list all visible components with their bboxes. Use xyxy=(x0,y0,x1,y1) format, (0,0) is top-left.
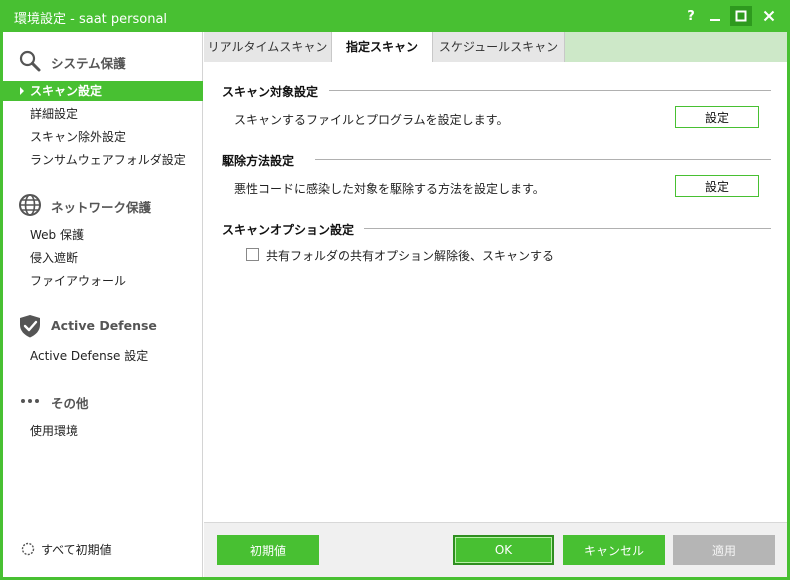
section-label: ネットワーク保護 xyxy=(51,200,152,215)
close-button[interactable] xyxy=(758,6,780,26)
shared-folder-checkbox-label: 共有フォルダの共有オプション解除後、スキャンする xyxy=(266,249,555,263)
sidebar-item-label: 詳細設定 xyxy=(30,107,79,121)
cancel-button[interactable]: キャンセル xyxy=(563,535,665,565)
minimize-button[interactable] xyxy=(704,6,726,26)
sidebar-item-label: スキャン設定 xyxy=(30,84,103,98)
sidebar-item-scan-settings[interactable]: スキャン設定 xyxy=(3,81,203,101)
main-panel: リアルタイムスキャン 指定スキャン スケジュールスキャン スキャン対象設定 スキ… xyxy=(204,32,787,577)
sidebar-item-web-protection[interactable]: Web 保護 xyxy=(3,225,203,245)
window-title: 環境設定 - saat personal xyxy=(14,12,168,27)
selected-arrow-icon xyxy=(20,87,24,95)
footer-bar: 初期値 OK キャンセル 適用 xyxy=(204,522,787,577)
defaults-button[interactable]: 初期値 xyxy=(217,535,319,565)
sidebar-item-label: ファイアウォール xyxy=(30,274,127,288)
tab-label: 指定スキャン xyxy=(345,40,418,54)
removal-method-settings-button[interactable]: 設定 xyxy=(675,175,759,197)
tab-strip: リアルタイムスキャン 指定スキャン スケジュールスキャン xyxy=(204,32,787,62)
removal-method-title: 駆除方法設定 xyxy=(222,154,295,168)
maximize-icon xyxy=(735,10,747,22)
maximize-button[interactable] xyxy=(730,6,752,26)
tab-scheduled-scan[interactable]: スケジュールスキャン xyxy=(433,32,565,62)
section-label: Active Defense xyxy=(51,318,157,333)
close-icon xyxy=(763,10,775,22)
sidebar-item-label: スキャン除外設定 xyxy=(30,130,127,144)
sidebar-item-ransomware-folders[interactable]: ランサムウェアフォルダ設定 xyxy=(3,150,203,170)
tab-realtime-scan[interactable]: リアルタイムスキャン xyxy=(204,32,332,62)
settings-window: 環境設定 - saat personal ? システム保護 スキャン設定 詳細設… xyxy=(0,0,790,580)
section-label: その他 xyxy=(51,396,89,411)
scan-target-settings-button[interactable]: 設定 xyxy=(675,106,759,128)
sidebar-item-intrusion-block[interactable]: 侵入遮断 xyxy=(3,248,203,268)
section-other: その他 xyxy=(3,386,203,414)
scan-target-title: スキャン対象設定 xyxy=(222,85,319,99)
shield-check-icon xyxy=(20,315,40,338)
scan-options-title: スキャンオプション設定 xyxy=(222,223,355,237)
sidebar-item-usage-environment[interactable]: 使用環境 xyxy=(3,421,203,441)
sidebar-item-scan-exclusions[interactable]: スキャン除外設定 xyxy=(3,127,203,147)
help-icon: ? xyxy=(687,8,695,24)
shared-folder-checkbox[interactable] xyxy=(246,248,259,261)
refresh-icon xyxy=(21,542,35,556)
tab-custom-scan[interactable]: 指定スキャン xyxy=(332,32,433,62)
minimize-icon xyxy=(710,19,720,21)
sidebar-item-advanced-settings[interactable]: 詳細設定 xyxy=(3,104,203,124)
section-network-protection: ネットワーク保護 xyxy=(3,190,203,218)
scan-target-description: スキャンするファイルとプログラムを設定します。 xyxy=(234,113,509,127)
title-bar[interactable]: 環境設定 - saat personal ? xyxy=(0,0,790,32)
tab-label: リアルタイムスキャン xyxy=(207,40,328,54)
apply-button[interactable]: 適用 xyxy=(673,535,775,565)
section-label: システム保護 xyxy=(51,56,126,71)
sidebar-item-active-defense-settings[interactable]: Active Defense 設定 xyxy=(3,346,203,366)
reset-all-label: すべて初期値 xyxy=(41,543,112,557)
removal-method-description: 悪性コードに感染した対象を駆除する方法を設定します。 xyxy=(234,182,545,196)
search-icon xyxy=(19,50,41,72)
help-button[interactable]: ? xyxy=(680,6,702,26)
group-divider xyxy=(329,90,771,91)
sidebar-item-label: 使用環境 xyxy=(30,424,79,438)
sidebar-item-label: Web 保護 xyxy=(30,228,84,242)
sidebar-item-label: Active Defense 設定 xyxy=(30,349,149,363)
tab-label: スケジュールスキャン xyxy=(438,40,559,54)
sidebar-item-firewall[interactable]: ファイアウォール xyxy=(3,271,203,291)
section-active-defense: Active Defense xyxy=(3,311,203,339)
more-dots-icon xyxy=(21,399,39,403)
globe-icon xyxy=(19,194,41,216)
window-client: システム保護 スキャン設定 詳細設定 スキャン除外設定 ランサムウェアフォルダ設… xyxy=(3,32,787,577)
sidebar-item-label: ランサムウェアフォルダ設定 xyxy=(30,153,186,167)
sidebar-item-label: 侵入遮断 xyxy=(30,251,79,265)
ok-button[interactable]: OK xyxy=(453,535,554,565)
group-divider xyxy=(315,159,771,160)
sidebar: システム保護 スキャン設定 詳細設定 スキャン除外設定 ランサムウェアフォルダ設… xyxy=(3,32,203,577)
section-system-protection: システム保護 xyxy=(3,46,203,74)
group-divider xyxy=(364,228,771,229)
